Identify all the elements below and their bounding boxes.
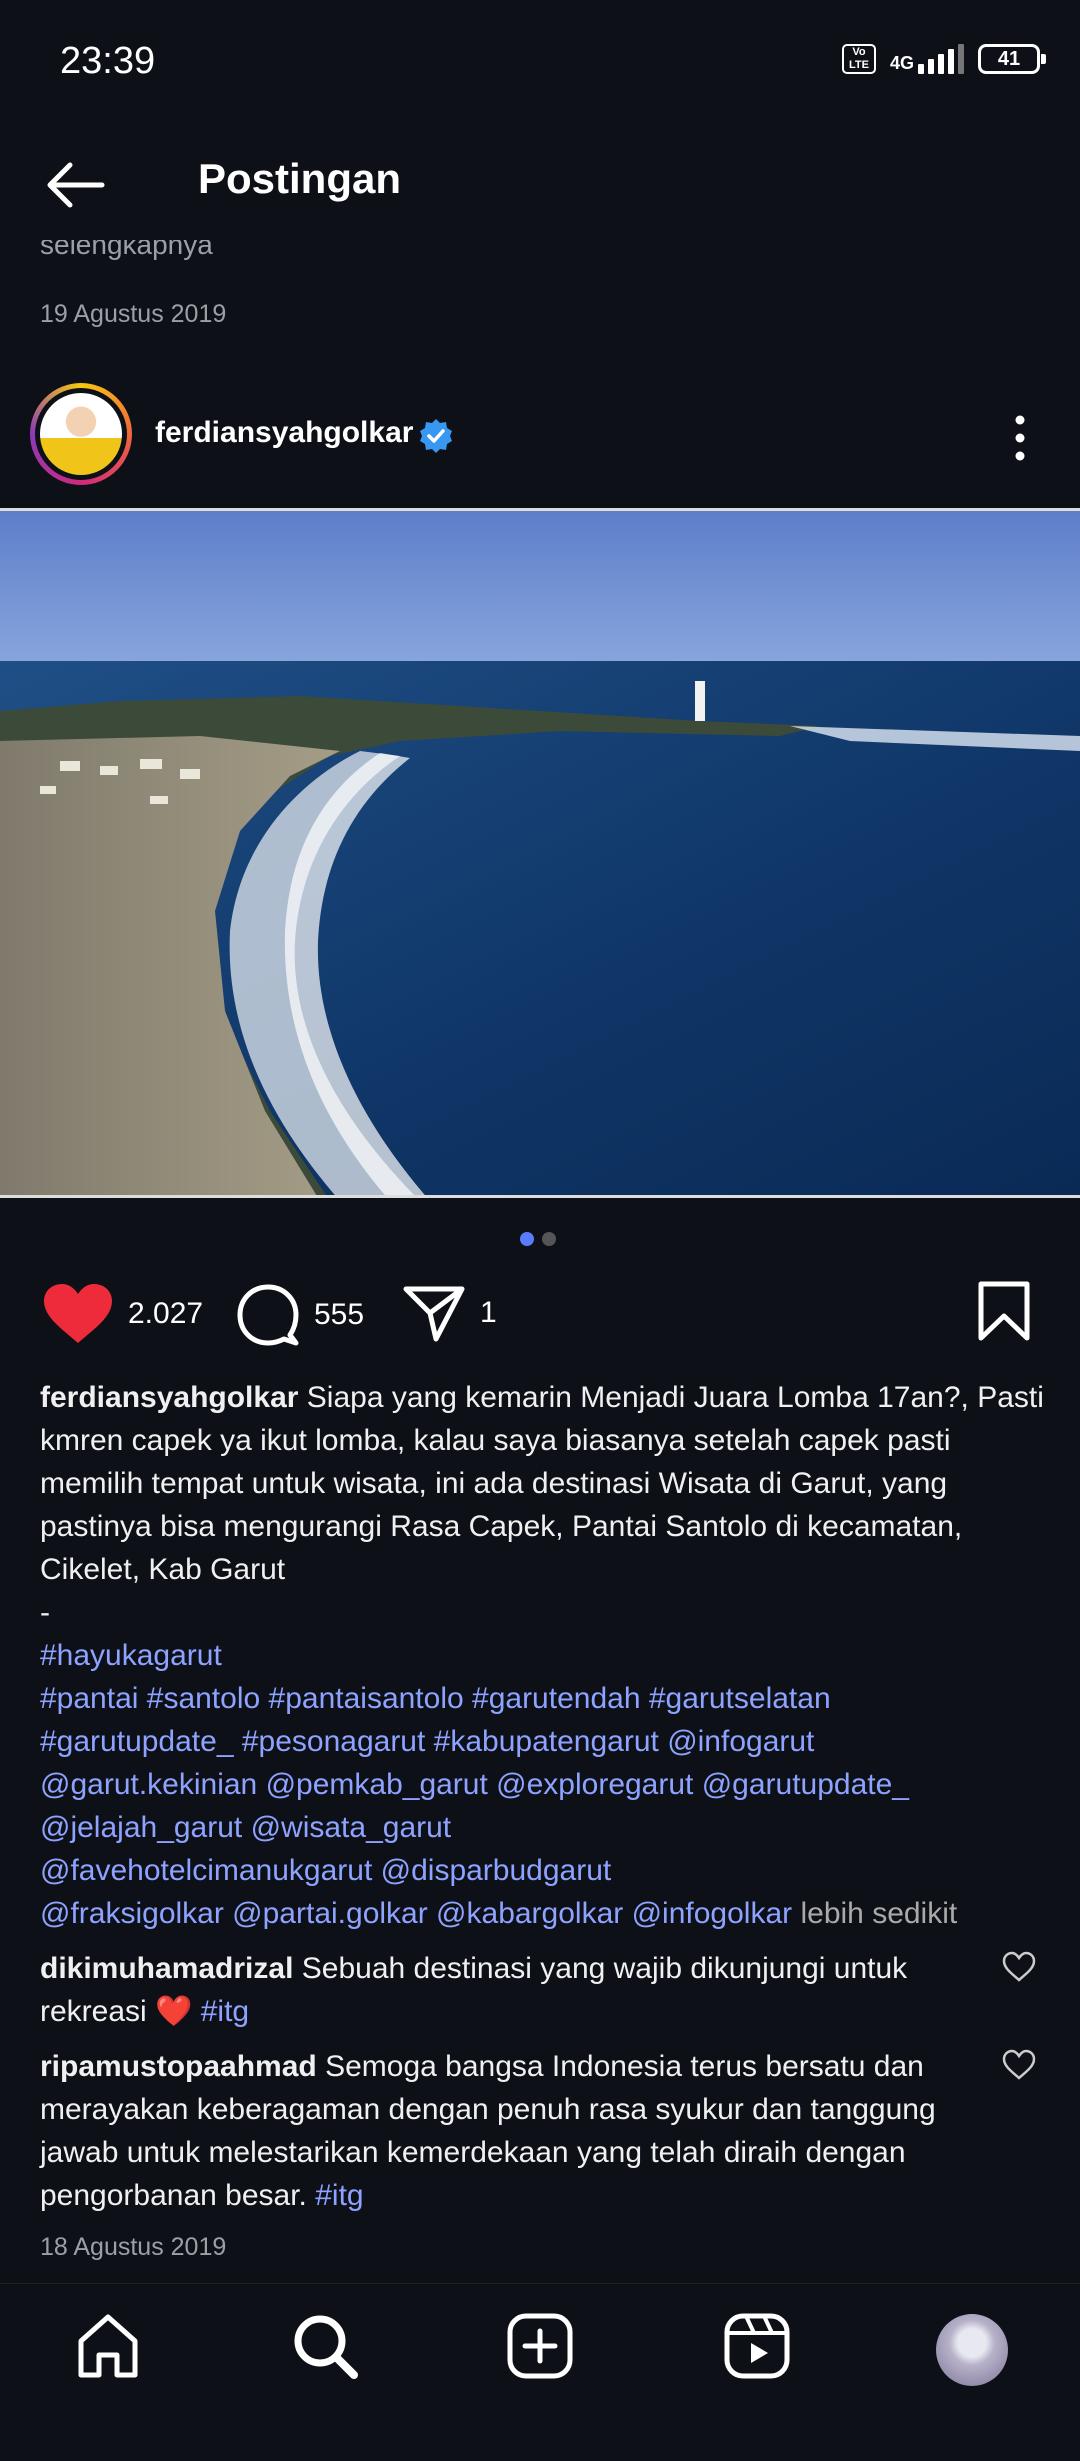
caption-hashtags-1[interactable]: #hayukagarut	[40, 1634, 1050, 1677]
previous-post-more-link[interactable]: selengkapnya	[40, 240, 213, 266]
less-link[interactable]: lebih sedikit	[800, 1897, 957, 1930]
comment-like-icon[interactable]	[1002, 1951, 1036, 1983]
carousel-indicator	[520, 1232, 556, 1246]
caption-separator: -	[40, 1596, 50, 1629]
battery-icon: 41	[978, 44, 1046, 74]
comment-button[interactable]: 555	[236, 1283, 364, 1347]
comment-bubble-icon	[237, 1284, 299, 1346]
verified-badge-icon	[420, 419, 452, 453]
volte-icon: Vo LTE	[841, 44, 876, 74]
caption-hashtags-3[interactable]: #garutupdate_ #pesonagarut #kabupatengar…	[40, 1720, 1050, 1763]
previous-post-date: 19 Agustus 2019	[40, 300, 227, 328]
avatar	[40, 393, 122, 475]
like-button[interactable]: 2.027	[42, 1283, 203, 1345]
comment-username[interactable]: ripamustopaahmad	[40, 2050, 317, 2083]
post-image[interactable]	[0, 508, 1080, 1198]
like-count: 2.027	[128, 1297, 204, 1330]
search-icon[interactable]	[290, 2311, 360, 2381]
carousel-dot-active	[520, 1232, 534, 1246]
beach-photo	[0, 511, 1080, 1195]
caption-username[interactable]: ferdiansyahgolkar	[40, 1381, 298, 1414]
send-icon	[403, 1286, 465, 1342]
profile-avatar[interactable]	[936, 2314, 1008, 2386]
bookmark-icon[interactable]	[976, 1280, 1032, 1342]
comment-like-icon[interactable]	[1002, 2049, 1036, 2081]
back-arrow-icon[interactable]	[40, 150, 110, 220]
home-icon[interactable]	[73, 2311, 143, 2381]
caption-hashtags-7[interactable]: @fraksigolkar @partai.golkar @kabargolka…	[40, 1897, 792, 1930]
comment-item: dikimuhamadrizal Sebuah destinasi yang w…	[40, 1947, 980, 2033]
comment-username[interactable]: dikimuhamadrizal	[40, 1952, 293, 1985]
post-date: 18 Agustus 2019	[40, 2233, 227, 2261]
status-icons: Vo LTE 4G 41	[841, 44, 1046, 74]
more-options-icon[interactable]	[1000, 410, 1040, 466]
carousel-dot	[542, 1232, 556, 1246]
page-title: Postingan	[198, 155, 402, 202]
heart-filled-icon	[44, 1284, 112, 1343]
caption-hashtags-5[interactable]: @jelajah_garut @wisata_garut	[40, 1806, 1050, 1849]
comment-hashtag[interactable]: #itg	[315, 2179, 363, 2212]
share-count: 1	[480, 1296, 497, 1329]
network-type: 4G	[889, 53, 914, 73]
caption-hashtags-4[interactable]: @garut.kekinian @pemkab_garut @explorega…	[40, 1763, 1050, 1806]
post-caption: ferdiansyahgolkar Siapa yang kemarin Men…	[40, 1376, 1050, 1935]
create-icon[interactable]	[505, 2311, 575, 2381]
comment-hashtag[interactable]: #itg	[201, 1995, 249, 2028]
caption-hashtags-6[interactable]: @favehotelcimanukgarut @disparbudgarut	[40, 1849, 1050, 1892]
share-button[interactable]: 1	[402, 1283, 497, 1343]
comment-item: ripamustopaahmad Semoga bangsa Indonesia…	[40, 2045, 980, 2217]
story-ring[interactable]	[30, 383, 132, 485]
status-time: 23:39	[60, 40, 156, 82]
reels-icon[interactable]	[722, 2311, 792, 2381]
top-bar	[0, 130, 1080, 240]
caption-hashtags-2[interactable]: #pantai #santolo #pantaisantolo #garuten…	[40, 1677, 1050, 1720]
signal-icon	[918, 44, 964, 74]
post-username[interactable]: ferdiansyahgolkar	[155, 416, 413, 450]
comment-count: 555	[314, 1298, 365, 1331]
